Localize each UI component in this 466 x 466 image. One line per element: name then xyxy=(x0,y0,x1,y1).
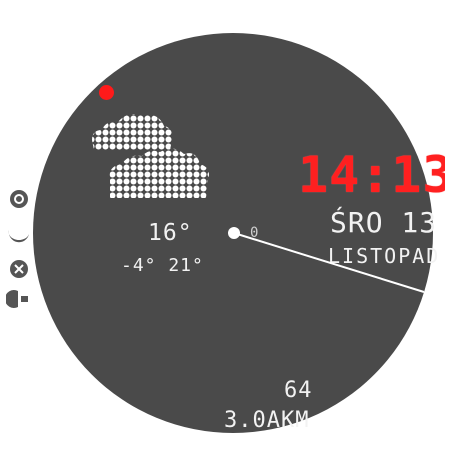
date-month: LISTOPAD xyxy=(328,244,441,268)
distance: 3.0AKM xyxy=(224,408,310,433)
seconds-label: 0 xyxy=(250,225,260,241)
time-display: 14:13 xyxy=(298,146,445,204)
temperature-range: -4° 21° xyxy=(121,255,204,276)
date-day: ŚRO 13 xyxy=(330,206,438,239)
notification-dot xyxy=(99,85,114,100)
step-count: 64 xyxy=(284,378,313,403)
cloudy-weather-icon xyxy=(92,114,209,198)
temperature: 16° xyxy=(148,220,193,246)
face-content: 14:13 ŚRO 13 LISTOPAD xyxy=(0,0,445,466)
